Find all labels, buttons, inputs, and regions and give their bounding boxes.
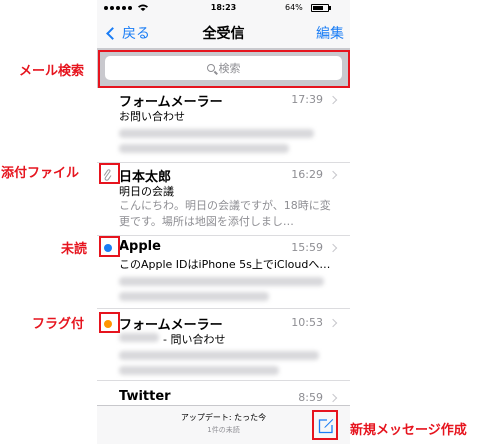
blurred-preview: [119, 144, 289, 153]
mail-preview: こんにちわ。明日の会議ですが、18時に変更です。場所は地図を添付しまし…: [119, 199, 331, 228]
mail-subject: 明日の会議: [119, 185, 174, 198]
callout-attachment-label: 添付ファイル: [1, 166, 80, 181]
callout-search-label: メール検索: [19, 64, 85, 79]
blurred-preview: [119, 277, 324, 286]
callout-attachment-box: [99, 163, 120, 184]
mail-time: 17:39: [291, 93, 323, 106]
callout-search-box: [98, 50, 350, 88]
navigation-bar: 戻る 全受信 編集: [97, 16, 350, 48]
page-title: 全受信: [202, 26, 245, 42]
chevron-right-icon: [328, 243, 338, 253]
mail-sender: Twitter: [119, 389, 171, 404]
mail-item[interactable]: フォームメーラー 10:53 - 問い合わせ: [97, 309, 350, 381]
mail-subject: このApple IDはiPhone 5s上でiCloudへ…: [119, 258, 331, 271]
callout-flag-box: [99, 312, 120, 333]
blurred-preview: [119, 292, 269, 301]
mail-item[interactable]: フォームメーラー 17:39 お問い合わせ: [97, 88, 350, 163]
mail-item[interactable]: 日本太郎 16:29 明日の会議 こんにちわ。明日の会議ですが、18時に変更です…: [97, 163, 350, 236]
mail-time: 10:53: [291, 316, 323, 329]
callout-compose-box: [312, 410, 338, 440]
chevron-right-icon: [328, 95, 338, 105]
chevron-right-icon: [328, 170, 338, 180]
blurred-preview: [119, 129, 314, 138]
callout-compose-label: 新規メッセージ作成: [350, 423, 467, 438]
callout-unread-label: 未読: [61, 242, 88, 257]
mail-subject: お問い合わせ: [119, 110, 185, 123]
mail-time: 8:59: [298, 391, 323, 404]
callout-unread-box: [99, 236, 120, 257]
mail-item[interactable]: Apple 15:59 このApple IDはiPhone 5s上でiCloud…: [97, 236, 350, 309]
edit-button[interactable]: 編集: [316, 23, 344, 43]
mail-subject: - 問い合わせ: [163, 333, 226, 346]
mail-sender: Apple: [119, 239, 161, 254]
chevron-right-icon: [328, 318, 338, 328]
status-bar: 18:23 64%: [97, 0, 350, 16]
chevron-right-icon: [328, 393, 338, 403]
callout-flag-label: フラグ付: [32, 317, 85, 332]
blurred-sender: [119, 333, 159, 342]
battery-icon: [311, 4, 329, 12]
mail-time: 16:29: [291, 168, 323, 181]
battery-percent: 64%: [285, 3, 303, 12]
blurred-preview: [119, 366, 279, 375]
mail-time: 15:59: [291, 241, 323, 254]
blurred-preview: [119, 351, 319, 360]
